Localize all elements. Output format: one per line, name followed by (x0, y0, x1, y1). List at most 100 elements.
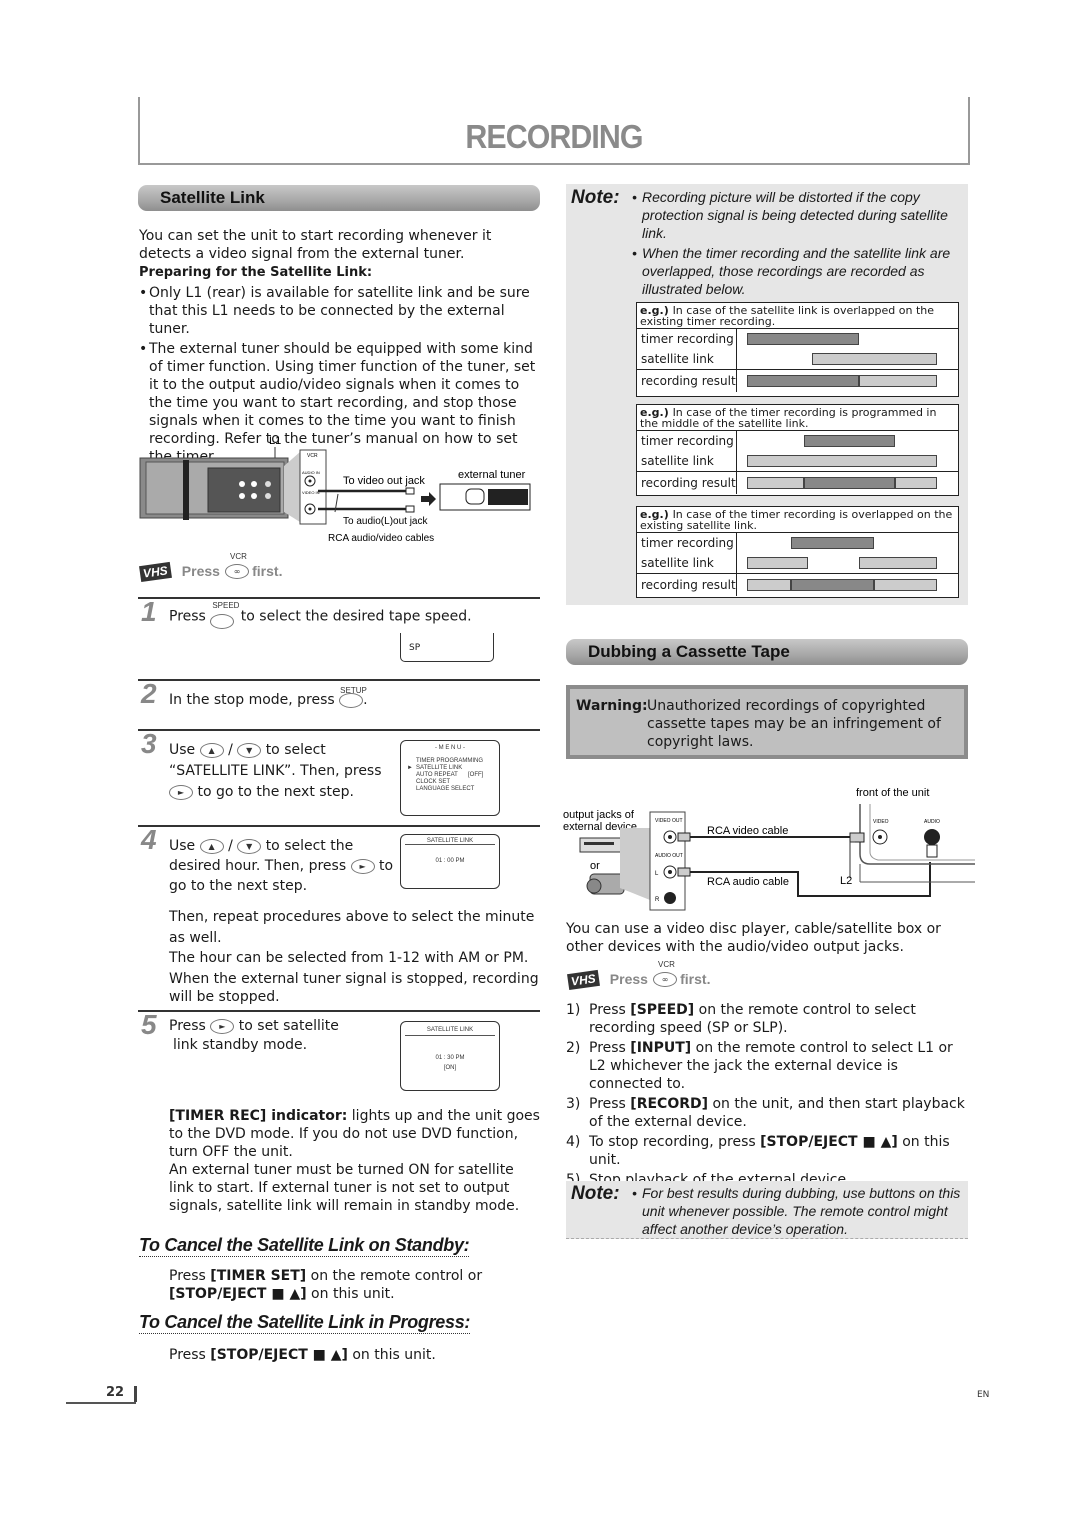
time-readout: 01 : 30 PM (435, 1055, 465, 1061)
step-2-text: In the stop mode, press SETUP . (169, 686, 368, 708)
row-label-satellite: satellite link (641, 352, 714, 366)
step-1-text: Press SPEED to select the desired tape s… (169, 601, 472, 629)
example-row-inputs: timer recording satellite link (637, 533, 958, 574)
satellite-intro: You can set the unit to start recording … (139, 228, 492, 262)
svg-text:AUDIO IN: AUDIO IN (302, 470, 320, 475)
l1-label: L1 (269, 435, 281, 447)
preparing-bullet: Only L1 (rear) is available for satellit… (139, 284, 541, 338)
vcr-button-icon: ∞ (653, 972, 678, 987)
dubbing-step: 2) Press [INPUT] on the remote control to… (566, 1040, 953, 1092)
svg-text:VIDEO OUT: VIDEO OUT (655, 818, 683, 824)
svg-text:VIDEO IN: VIDEO IN (302, 490, 320, 495)
up-button-icon: ▲ (199, 838, 224, 854)
example-table: e.g.) In case of the satellite link is o… (636, 302, 959, 397)
menu-item: AUTO REPEAT [OFF] (416, 772, 484, 778)
timer-recording-bar (747, 333, 860, 345)
dubbing-connection-diagram: output jacks of external device or VIDEO… (563, 787, 975, 911)
example-caption: e.g.) In case of the timer recording is … (637, 507, 958, 533)
example-row-inputs: timer recording satellite link (637, 329, 958, 370)
speed-button-icon (210, 614, 235, 629)
example-row-result: recording result (637, 370, 958, 392)
down-button-icon: ▼ (237, 742, 262, 758)
up-button-icon: ▲ (199, 742, 224, 758)
menu-item: LANGUAGE SELECT (416, 786, 475, 792)
row-label-result: recording result (637, 574, 737, 596)
rca-video-cable-label: RCA video cable (707, 825, 788, 837)
step-number: 3 (141, 728, 157, 759)
arrow-right-icon (421, 492, 436, 506)
step-4-text: Use ▲ / ▼ to select the desired hour. Th… (169, 838, 394, 894)
row-label-timer: timer recording (641, 332, 734, 346)
language-code: EN (977, 1390, 990, 1400)
step-number: 4 (141, 824, 157, 855)
time-readout: 01 : 00 PM (435, 858, 465, 864)
svg-text:VCR: VCR (307, 453, 318, 459)
step-5-text: Press ► to set satellite link standby mo… (169, 1018, 339, 1053)
warning-box: Warning: Unauthorized recordings of copy… (566, 685, 968, 759)
menu-item-selected: ► SATELLITE LINK (407, 765, 463, 771)
vhs-logo: VHS (567, 969, 600, 991)
result-bar-timer (747, 375, 860, 387)
step-number: 5 (141, 1009, 157, 1040)
dubbing-step: 1) Press [SPEED] on the remote control to… (566, 1002, 916, 1036)
example-caption: e.g.) In case of the timer recording is … (637, 405, 958, 431)
cancel-progress-heading: To Cancel the Satellite Link in Progress… (139, 1312, 471, 1334)
row-label-satellite: satellite link (641, 556, 714, 570)
result-bar-timer (804, 477, 896, 489)
row-label-result: recording result (637, 370, 737, 392)
step-divider (138, 729, 540, 731)
to-video-out-label: To video out jack (343, 475, 425, 487)
result-bar-satellite (874, 579, 937, 591)
dubbing-steps: 1) Press [SPEED] on the remote control to… (566, 1001, 968, 1189)
svg-text:R: R (655, 897, 660, 903)
l2-label: L2 (840, 875, 852, 887)
cancel-standby-text: Press [TIMER SET] on the remote control … (169, 1268, 483, 1302)
timer-recording-bar (804, 435, 896, 447)
note-bullet: Recording picture will be distorted if t… (632, 188, 966, 242)
right-button-icon: ► (210, 1018, 235, 1034)
speed-screen: SP (400, 633, 494, 662)
menu-item: TIMER PROGRAMMING (416, 758, 483, 764)
press-vcr-first: VHS Press VCR ∞ first. (139, 552, 282, 583)
step-divider (138, 825, 540, 827)
cancel-standby-heading: To Cancel the Satellite Link on Standby: (139, 1235, 470, 1257)
example-table: e.g.) In case of the timer recording is … (636, 404, 959, 496)
step-divider (138, 1010, 540, 1012)
row-label-timer: timer recording (641, 536, 734, 550)
example-row-inputs: timer recording satellite link (637, 431, 958, 472)
row-label-timer: timer recording (641, 434, 734, 448)
satellite-standby-screen: SATELLITE LINK 01 : 30 PM [ON] (400, 1021, 500, 1091)
vhs-logo: VHS (139, 561, 172, 583)
result-bar-satellite (895, 477, 937, 489)
step-number: 2 (141, 678, 157, 709)
step-number: 1 (141, 596, 157, 627)
satellite-link-bar (859, 557, 937, 569)
dubbing-note-text: For best results during dubbing, use but… (632, 1184, 972, 1238)
menu-item: CLOCK SET (416, 779, 451, 785)
step-3-text: Use ▲ / ▼ to select “SATELLITE LINK”. Th… (169, 742, 382, 800)
right-button-icon: ► (169, 784, 193, 800)
dubbing-step: 4) To stop recording, press [STOP/EJECT ■… (566, 1134, 950, 1168)
svg-text:AUDIO: AUDIO (924, 819, 940, 825)
section-heading-dubbing: Dubbing a Cassette Tape (566, 639, 968, 665)
press-vcr-first: VHS Press VCR ∞ first. (567, 960, 710, 991)
svg-text:AUDIO OUT: AUDIO OUT (655, 853, 683, 859)
rca-cables-label: RCA audio/video cables (328, 533, 434, 544)
right-button-icon: ► (350, 858, 375, 874)
satellite-link-bar (747, 557, 808, 569)
step-4-extra: Then, repeat procedures above to select … (169, 909, 539, 1005)
section-heading-satellite-link: Satellite Link (138, 185, 540, 211)
page-number: 22 (106, 1385, 125, 1400)
svg-text:VIDEO: VIDEO (873, 819, 889, 825)
note-bullet: When the timer recording and the satelli… (632, 244, 966, 298)
example-row-result: recording result (637, 574, 958, 596)
satellite-link-bar (811, 353, 937, 365)
page-number-rule (66, 1384, 136, 1404)
cancel-progress-text: Press [STOP/EJECT ■ ▲] on this unit. (169, 1347, 436, 1363)
rca-audio-cable-label: RCA audio cable (707, 876, 789, 888)
row-label-satellite: satellite link (641, 454, 714, 468)
satellite-connection-diagram: L1 VCR AUDIO IN VIDEO IN To video out ja… (139, 435, 531, 544)
note-label: Note: (571, 1183, 620, 1204)
satellite-link-bar (747, 455, 937, 467)
dubbing-intro: You can use a video disc player, cable/s… (566, 921, 941, 955)
